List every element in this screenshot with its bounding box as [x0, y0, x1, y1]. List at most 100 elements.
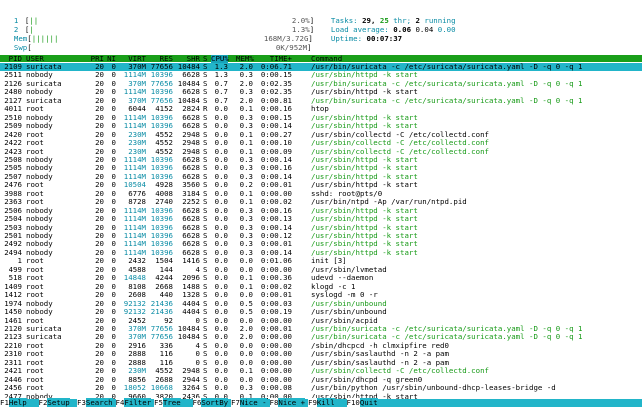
cell-cmd: /usr/sbin/unbound [311, 307, 387, 317]
table-row[interactable]: 1450 nobody 20 0 92132 21436 4404 S 0.0 0.5 0:00.1… [0, 308, 642, 316]
fkey-label: Quit [359, 398, 378, 407]
cell-res: 440 [159, 290, 173, 300]
cell-cmd: /usr/sbin/collectd -C /etc/collectd.conf [311, 366, 489, 376]
cell-user: root [26, 383, 44, 393]
cell-time: 0:00.00 [260, 366, 292, 376]
table-row[interactable]: 2310 root 20 0 2888 116 0 S 0.0 0.0 0:00.00/usr/sb… [0, 350, 642, 358]
cell-s: S [203, 180, 208, 190]
cell-cpu: 0.0 [214, 180, 228, 190]
cell-mem: 0.0 [239, 349, 253, 359]
table-row[interactable]: 2476 root 20 0 10504 4928 3560 S 0.0 0.2 0:00.01/u… [0, 181, 642, 189]
fkey-key: F10 [346, 398, 360, 407]
cell-cpu: 0.0 [214, 349, 228, 359]
load15-value: 0.00 [437, 24, 456, 34]
cell-cmd: /usr/bin/suricata -c /etc/suricata/suric… [311, 95, 583, 105]
cell-shr: 1328 [182, 290, 200, 300]
cell-res: 10396 [150, 163, 173, 173]
fkey-nice[interactable]: F8Nice + [269, 398, 306, 407]
table-row[interactable]: 4011 root 20 0 6044 4152 2824 R 0.0 0.1 0:00.16 hto… [0, 105, 642, 113]
cell-ni: 0 [111, 138, 116, 148]
cell-user: nobody [26, 121, 53, 131]
cell-s: S [203, 290, 208, 300]
cell-ni: 0 [111, 256, 116, 266]
table-row[interactable]: 2504 nobody 20 0 1114M 10396 6628 S 0.0 0.3 0:00.1… [0, 215, 642, 223]
table-row[interactable]: 1412 root 20 0 2608 440 1328 S 0.0 0.0 0:00.01 sysl… [0, 291, 642, 299]
fkey-key: F3 [77, 398, 86, 407]
cell-virt: 1114M [123, 214, 146, 224]
table-row[interactable]: 2363 root 20 0 8728 2740 2252 S 0.0 0.1 0:00.02/us… [0, 198, 642, 206]
table-row[interactable]: 2123 suricata 20 0 370M 77656 10484 S 0.0 2.0 0:00… [0, 333, 642, 341]
cell-pid: 518 [8, 273, 22, 283]
cell-ni: 0 [111, 197, 116, 207]
cell-shr: 6628 [182, 121, 200, 131]
cell-mem: 0.1 [239, 197, 253, 207]
cell-mem: 0.3 [239, 163, 253, 173]
table-row[interactable]: 2509 nobody 20 0 1114M 10396 6628 S 0.0 0.3 0:00.1… [0, 122, 642, 130]
cell-ni: 0 [111, 366, 116, 376]
cell-cmd: /usr/sbin/httpd -k start [311, 214, 418, 224]
cell-cpu: 0.0 [214, 383, 228, 393]
cell-cpu: 0.0 [214, 273, 228, 283]
cell-user: root [26, 273, 44, 283]
cell-pri: 20 [95, 332, 104, 342]
fkey-key: F1 [0, 398, 9, 407]
table-row[interactable]: 2421 root 20 0 230M 4552 2948 S 0.0 0.1 0:00.00/us… [0, 367, 642, 375]
cell-user: nobody [26, 70, 53, 80]
cell-shr: 6628 [182, 163, 200, 173]
cell-res: 21436 [150, 307, 173, 317]
table-row[interactable]: 2492 nobody 20 0 1114M 10396 6628 S 0.0 0.3 0:00.0… [0, 240, 642, 248]
cell-pid: 2363 [4, 197, 22, 207]
cell-virt: 18052 [123, 383, 146, 393]
cell-cmd: udevd --daemon [311, 273, 374, 283]
cell-cmd: /usr/sbin/httpd -k start [311, 70, 418, 80]
fkey-setup[interactable]: F2Setup [38, 398, 70, 407]
fkey-filter[interactable]: F4Filter [115, 398, 152, 407]
fkey-search[interactable]: F3Search [77, 398, 113, 407]
cell-shr: 10484 [177, 332, 200, 342]
table-row[interactable]: 2456 root 20 0 18052 10668 3264 S 0.0 0.3 0:00.08 /… [0, 384, 642, 392]
cell-pri: 20 [95, 163, 104, 173]
fkey-help[interactable]: F1Help [0, 398, 27, 407]
cell-mem: 0.3 [239, 121, 253, 131]
table-row[interactable]: 2511 nobody 20 0 1114M 10396 6628 S 1.3 0.3 0:00.1… [0, 71, 642, 79]
table-row[interactable]: 518 root 20 0 14848 4244 2096 S 0.0 0.1 0:00.36 ude… [0, 274, 642, 282]
table-row[interactable]: 2480 nobody 20 0 1114M 10396 6628 S 0.7 0.3 0:02.3… [0, 88, 642, 96]
cell-pri: 20 [95, 180, 104, 190]
uptime: Uptime: 00:07:37 [322, 27, 402, 42]
cell-pid: 2509 [4, 121, 22, 131]
cell-ni: 0 [111, 163, 116, 173]
table-row[interactable]: 2422 root 20 0 230M 4552 2948 S 0.0 0.1 0:00.10/us… [0, 139, 642, 147]
fkey-kill[interactable]: F9Kill [308, 398, 335, 407]
table-row[interactable]: 1 root 20 0 2432 1504 1416 S 0.0 0.0 0:01.06 init [… [0, 257, 642, 265]
cell-res: 4552 [155, 366, 173, 376]
cell-ni: 0 [111, 214, 116, 224]
cell-mem: 0.1 [239, 366, 253, 376]
cell-mem: 0.0 [239, 256, 253, 266]
fkey-sortby[interactable]: F6SortBy [192, 398, 229, 407]
cell-time: 0:00.36 [260, 273, 292, 283]
cell-pri: 20 [95, 307, 104, 317]
cell-cmd: htop [311, 104, 329, 114]
cell-pri: 20 [95, 104, 104, 114]
fkey-label: Nice - [239, 398, 267, 407]
fkey-nice[interactable]: F7Nice - [231, 398, 267, 407]
table-row[interactable]: 2505 nobody 20 0 1114M 10396 6628 S 0.0 0.3 0:00.1… [0, 164, 642, 172]
cell-s: S [203, 70, 208, 80]
cell-s: S [203, 214, 208, 224]
fkey-quit[interactable]: F10Quit [346, 398, 378, 407]
cell-user: root [26, 256, 44, 266]
cell-virt: 10504 [123, 180, 146, 190]
cell-pri: 20 [95, 383, 104, 393]
cell-cpu: 0.0 [214, 239, 228, 249]
fkey-label: Nice + [278, 398, 306, 407]
cell-s: S [203, 256, 208, 266]
cell-virt: 370M [128, 332, 146, 342]
cell-ni: 0 [111, 383, 116, 393]
fkey-key: F5 [154, 398, 163, 407]
cell-virt: 1114M [123, 121, 146, 131]
cell-res: 2740 [155, 197, 173, 207]
cell-user: root [26, 197, 44, 207]
cell-pri: 20 [95, 138, 104, 148]
fkey-tree[interactable]: F5Tree [154, 398, 181, 407]
cell-mem: 0.5 [239, 307, 253, 317]
